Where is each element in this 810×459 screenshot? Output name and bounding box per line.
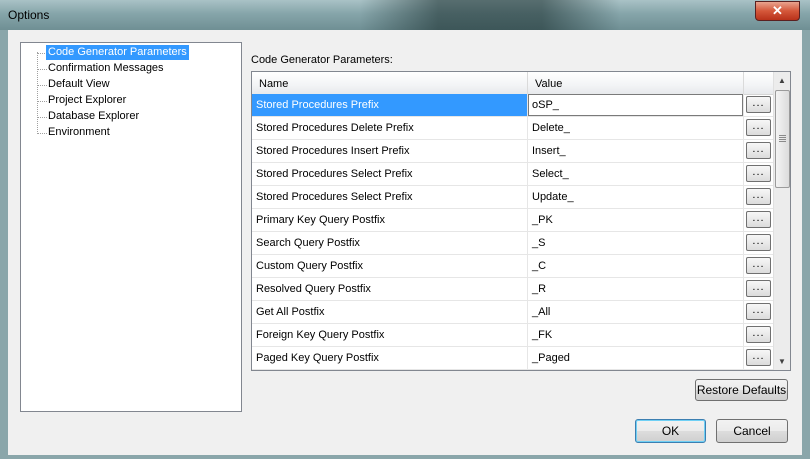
parameters-grid[interactable]: Name Value Stored Procedures Prefix oSP_.… (251, 71, 791, 371)
cell-value[interactable]: _PK (528, 209, 744, 231)
tree-item[interactable]: Default View (46, 77, 112, 92)
title-bar[interactable]: Options ✕ (0, 0, 810, 30)
window-border-bottom (0, 455, 810, 459)
cell-name[interactable]: Search Query Postfix (252, 232, 528, 254)
scroll-down-icon[interactable]: ▼ (774, 353, 790, 370)
table-row[interactable]: Delete Method Name PrefixDelete... (252, 370, 773, 371)
ok-button[interactable]: OK (635, 419, 706, 443)
table-row[interactable]: Stored Procedures Select Prefix Select_..… (252, 163, 773, 186)
cell-value[interactable]: oSP_ (528, 94, 744, 116)
table-row[interactable]: Foreign Key Query Postfix _FK... (252, 324, 773, 347)
cell-name[interactable]: Stored Procedures Prefix (252, 94, 528, 116)
cell-name[interactable]: Resolved Query Postfix (252, 278, 528, 300)
close-button[interactable]: ✕ (755, 1, 800, 21)
table-row[interactable]: Stored Procedures Select Prefix Update_..… (252, 186, 773, 209)
cell-name[interactable]: Foreign Key Query Postfix (252, 324, 528, 346)
tree-connector (37, 52, 38, 132)
table-row[interactable]: Primary Key Query Postfix _PK... (252, 209, 773, 232)
cancel-button[interactable]: Cancel (716, 419, 788, 443)
table-row[interactable]: Paged Key Query Postfix _Paged... (252, 347, 773, 370)
cell-name[interactable]: Delete Method Name Prefix (252, 370, 528, 371)
cell-value[interactable]: Delete (528, 370, 744, 371)
table-row[interactable]: Stored Procedures Prefix oSP_... (252, 94, 773, 117)
cell-name[interactable]: Get All Postfix (252, 301, 528, 323)
cell-value[interactable]: Select_ (528, 163, 744, 185)
column-header-edit (744, 72, 773, 94)
window-border-left (0, 30, 8, 459)
edit-value-button[interactable]: ... (746, 211, 771, 228)
tree-item[interactable]: Environment (46, 125, 112, 140)
close-icon: ✕ (772, 3, 783, 18)
cell-value[interactable]: Delete_ (528, 117, 744, 139)
cell-value[interactable]: _Paged (528, 347, 744, 369)
cell-value[interactable]: _FK (528, 324, 744, 346)
cell-value[interactable]: Update_ (528, 186, 744, 208)
options-tree[interactable]: Code Generator Parameters Confirmation Me… (20, 42, 242, 412)
grid-scrollbar[interactable]: ▲ ▼ (773, 72, 790, 370)
grid-header: Name Value (252, 72, 773, 95)
cell-value[interactable]: _All (528, 301, 744, 323)
tree-item[interactable]: Project Explorer (46, 93, 128, 108)
edit-value-button[interactable]: ... (746, 119, 771, 136)
grip-icon (779, 135, 786, 142)
cell-name[interactable]: Stored Procedures Select Prefix (252, 186, 528, 208)
grid-caption: Code Generator Parameters: (251, 54, 393, 66)
cell-name[interactable]: Paged Key Query Postfix (252, 347, 528, 369)
cell-name[interactable]: Custom Query Postfix (252, 255, 528, 277)
column-header-value[interactable]: Value (528, 72, 744, 94)
table-row[interactable]: Resolved Query Postfix _R... (252, 278, 773, 301)
edit-value-button[interactable]: ... (746, 142, 771, 159)
cell-value[interactable]: _S (528, 232, 744, 254)
edit-value-button[interactable]: ... (746, 349, 771, 366)
cell-name[interactable]: Stored Procedures Select Prefix (252, 163, 528, 185)
cell-name[interactable]: Stored Procedures Delete Prefix (252, 117, 528, 139)
grid-rows: Stored Procedures Prefix oSP_... Stored Pr… (252, 94, 773, 371)
table-row[interactable]: Stored Procedures Delete Prefix Delete_..… (252, 117, 773, 140)
scroll-thumb[interactable] (775, 90, 790, 188)
edit-value-button[interactable]: ... (746, 303, 771, 320)
cell-value[interactable]: _R (528, 278, 744, 300)
edit-value-button[interactable]: ... (746, 188, 771, 205)
edit-value-button[interactable]: ... (746, 257, 771, 274)
cell-value[interactable]: _C (528, 255, 744, 277)
restore-defaults-button[interactable]: Restore Defaults (695, 379, 788, 401)
cell-name[interactable]: Stored Procedures Insert Prefix (252, 140, 528, 162)
edit-value-button[interactable]: ... (746, 234, 771, 251)
edit-value-button[interactable]: ... (746, 326, 771, 343)
window-border-right (802, 30, 810, 459)
tree-item[interactable]: Confirmation Messages (46, 61, 166, 76)
title-bar-background (360, 0, 620, 30)
edit-value-button[interactable]: ... (746, 280, 771, 297)
table-row[interactable]: Custom Query Postfix _C... (252, 255, 773, 278)
tree-item[interactable]: Code Generator Parameters (46, 45, 189, 60)
cell-value[interactable]: Insert_ (528, 140, 744, 162)
edit-value-button[interactable]: ... (746, 96, 771, 113)
cell-name[interactable]: Primary Key Query Postfix (252, 209, 528, 231)
dialog-body: Code Generator Parameters Confirmation Me… (8, 30, 802, 455)
window-title: Options (8, 8, 50, 22)
tree-item[interactable]: Database Explorer (46, 109, 141, 124)
table-row[interactable]: Search Query Postfix _S... (252, 232, 773, 255)
table-row[interactable]: Get All Postfix _All... (252, 301, 773, 324)
table-row[interactable]: Stored Procedures Insert Prefix Insert_..… (252, 140, 773, 163)
column-header-name[interactable]: Name (252, 72, 528, 94)
scroll-up-icon[interactable]: ▲ (774, 72, 790, 89)
edit-value-button[interactable]: ... (746, 165, 771, 182)
